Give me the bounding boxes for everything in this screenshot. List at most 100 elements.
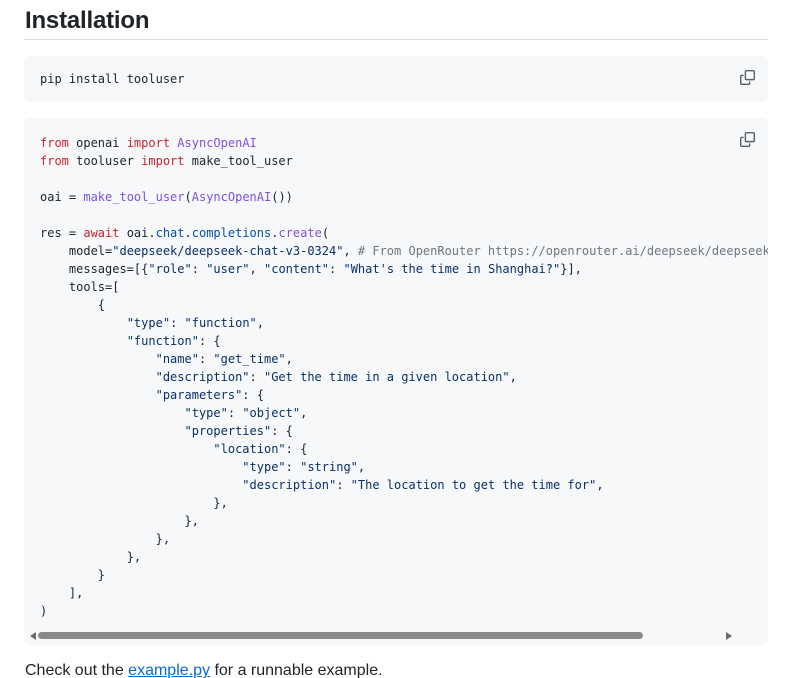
- code-token: "parameters": [156, 388, 243, 402]
- code-token: : {: [199, 334, 221, 348]
- code-line: },: [40, 548, 752, 566]
- code-line: },: [40, 530, 752, 548]
- code-line: "description": "The location to get the …: [40, 476, 752, 494]
- code-token: }],: [560, 262, 582, 276]
- code-token: :: [192, 262, 206, 276]
- code-token: "user": [206, 262, 249, 276]
- code-token: : {: [242, 388, 264, 402]
- code-token: ,: [257, 316, 264, 330]
- code-token: messages=[{: [40, 262, 148, 276]
- code-token: oai.: [119, 226, 155, 240]
- code-token: ,: [250, 262, 264, 276]
- example-link[interactable]: example.py: [128, 662, 210, 678]
- code-token: [40, 478, 242, 492]
- code-token: [40, 460, 242, 474]
- code-token: openai: [69, 136, 127, 150]
- code-line: res = await oai.chat.completions.create(: [40, 224, 752, 242]
- code-line: messages=[{"role": "user", "content": "W…: [40, 260, 752, 278]
- code-token: ,: [510, 370, 517, 384]
- page-title: Installation: [24, 0, 768, 40]
- code-token: :: [199, 352, 213, 366]
- code-token: ,: [596, 478, 603, 492]
- footer-note: Check out the example.py for a runnable …: [25, 659, 768, 678]
- code-token: "type": [127, 316, 170, 330]
- code-line: ],: [40, 584, 752, 602]
- code-token: "object": [242, 406, 300, 420]
- code-token: : {: [286, 442, 308, 456]
- scroll-left-icon[interactable]: [30, 632, 36, 640]
- code-token: await: [83, 226, 119, 240]
- code-token: [40, 352, 156, 366]
- code-line: from openai import AsyncOpenAI: [40, 134, 752, 152]
- copy-button[interactable]: [735, 127, 759, 151]
- code-token: make_tool_user: [83, 190, 184, 204]
- code-token: },: [40, 514, 199, 528]
- code-token: tooluser: [69, 154, 141, 168]
- code-line: from tooluser import make_tool_user: [40, 152, 752, 170]
- code-token: .: [185, 226, 192, 240]
- code-token: tools=[: [40, 280, 119, 294]
- code-token: [40, 388, 156, 402]
- code-token: make_tool_user: [185, 154, 293, 168]
- code-token: "content": [264, 262, 329, 276]
- code-line: oai = make_tool_user(AsyncOpenAI()): [40, 188, 752, 206]
- code-token: : {: [271, 424, 293, 438]
- copy-button[interactable]: [735, 65, 759, 89]
- code-token: model=: [40, 244, 112, 258]
- code-line: "description": "Get the time in a given …: [40, 368, 752, 386]
- code-token: [40, 406, 185, 420]
- code-token: "properties": [185, 424, 272, 438]
- code-token: }: [40, 568, 105, 582]
- code-line: },: [40, 512, 752, 530]
- code-token: [40, 442, 213, 456]
- code-content-usage: from openai import AsyncOpenAIfrom toolu…: [24, 118, 768, 620]
- code-line: "type": "object",: [40, 404, 752, 422]
- code-token: ,: [358, 460, 365, 474]
- code-token: ,: [300, 406, 307, 420]
- code-token: "type": [242, 460, 285, 474]
- code-line: }: [40, 566, 752, 584]
- code-token: "type": [185, 406, 228, 420]
- code-token: :: [329, 262, 343, 276]
- code-token: # From OpenRouter https://openrouter.ai/…: [358, 244, 768, 258]
- code-token: "name": [156, 352, 199, 366]
- code-token: oai =: [40, 190, 83, 204]
- horizontal-scrollbar[interactable]: [24, 631, 768, 641]
- code-token: (: [322, 226, 329, 240]
- code-token: from: [40, 154, 69, 168]
- scroll-right-icon[interactable]: [726, 632, 732, 640]
- code-token: from: [40, 136, 69, 150]
- code-token: "function": [185, 316, 257, 330]
- code-token: ],: [40, 586, 83, 600]
- code-line: "properties": {: [40, 422, 752, 440]
- code-token: "Get the time in a given location": [264, 370, 510, 384]
- code-line: "type": "function",: [40, 314, 752, 332]
- code-token: [40, 424, 185, 438]
- code-line: {: [40, 296, 752, 314]
- code-block-install: pip install tooluser: [24, 56, 768, 102]
- code-token: res =: [40, 226, 83, 240]
- code-token: :: [336, 478, 350, 492]
- copy-icon: [740, 70, 755, 85]
- code-line: "parameters": {: [40, 386, 752, 404]
- code-token: ,: [286, 352, 293, 366]
- code-token: [40, 316, 127, 330]
- code-line: "type": "string",: [40, 458, 752, 476]
- code-token: {: [40, 298, 105, 312]
- footer-text-suffix: for a runnable example.: [210, 662, 383, 678]
- code-line: "location": {: [40, 440, 752, 458]
- code-token: completions: [192, 226, 271, 240]
- code-line: pip install tooluser: [40, 70, 752, 88]
- code-line: [40, 170, 752, 188]
- code-token: AsyncOpenAI: [192, 190, 271, 204]
- code-token: :: [228, 406, 242, 420]
- code-token: ()): [271, 190, 293, 204]
- readme-content: Installation pip install tooluser from o…: [0, 0, 800, 678]
- code-token: "deepseek/deepseek-chat-v3-0324": [112, 244, 343, 258]
- code-token: pip install tooluser: [40, 72, 185, 86]
- code-token: import: [141, 154, 184, 168]
- code-line: },: [40, 494, 752, 512]
- scrollbar-thumb[interactable]: [38, 632, 643, 639]
- footer-text-prefix: Check out the: [25, 662, 128, 678]
- code-token: import: [127, 136, 170, 150]
